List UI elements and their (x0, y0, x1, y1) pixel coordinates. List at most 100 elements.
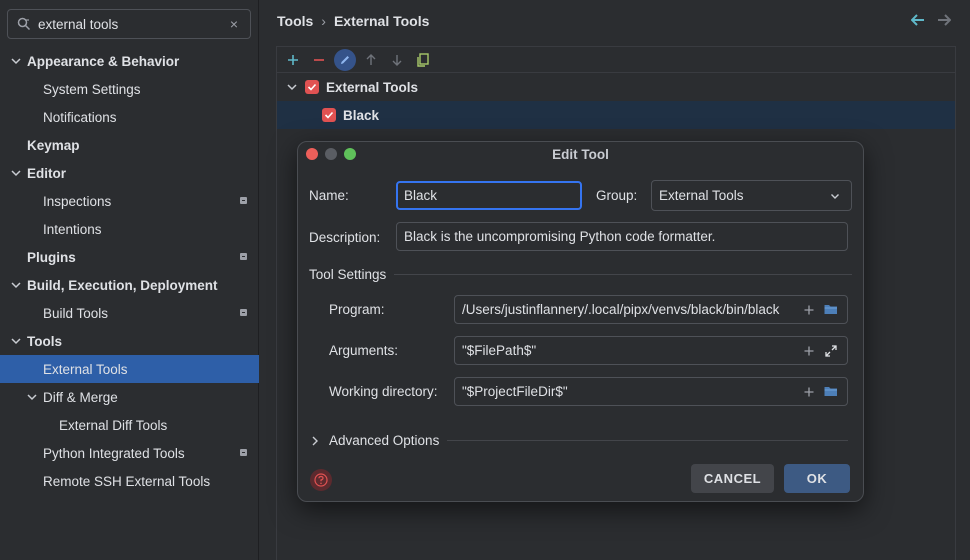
insert-macro-icon[interactable] (800, 383, 818, 401)
sidebar-item-label: Editor (27, 165, 66, 181)
sidebar-item-label: Python Integrated Tools (43, 445, 185, 461)
search-input[interactable] (32, 16, 226, 32)
breadcrumb-parent[interactable]: Tools (277, 13, 313, 29)
sidebar-item-plugins[interactable]: Plugins (0, 243, 259, 271)
advanced-options-label[interactable]: Advanced Options (329, 433, 439, 448)
tool-row-black[interactable]: Black (277, 101, 955, 129)
chevron-down-icon[interactable] (9, 278, 23, 292)
copy-icon[interactable] (412, 49, 434, 71)
description-field[interactable]: Black is the uncompromising Python code … (396, 222, 848, 251)
sidebar-item-appearance-behavior[interactable]: Appearance & Behavior (0, 47, 259, 75)
working-directory-value: "$ProjectFileDir$" (462, 384, 568, 399)
sidebar-item-label: Keymap (27, 137, 80, 153)
description-value: Black is the uncompromising Python code … (404, 229, 716, 244)
sidebar-item-label: Build Tools (43, 305, 109, 321)
breadcrumb: Tools › External Tools (277, 13, 429, 29)
group-label: Group: (596, 188, 638, 203)
sidebar-item-label: Build, Execution, Deployment (27, 277, 218, 293)
sidebar-item-inspections[interactable]: Inspections (0, 187, 259, 215)
working-directory-label: Working directory: (329, 384, 438, 399)
group-value: External Tools (659, 188, 744, 203)
group-checkbox[interactable] (305, 80, 319, 94)
search-icon (16, 16, 32, 32)
sidebar-item-label: Plugins (27, 249, 76, 265)
folder-icon[interactable] (822, 383, 840, 401)
chevron-down-icon[interactable] (9, 54, 23, 68)
minimize-window-button (325, 148, 337, 160)
settings-sidebar: × Appearance & Behavior System Settings No… (0, 0, 259, 560)
expand-icon[interactable] (822, 342, 840, 360)
folder-icon[interactable] (822, 301, 840, 319)
ok-button[interactable]: OK (784, 464, 850, 493)
arguments-field[interactable]: "$FilePath$" (454, 336, 848, 365)
sidebar-item-label: External Diff Tools (59, 417, 168, 433)
sidebar-item-tools[interactable]: Tools (0, 327, 259, 355)
edit-icon[interactable] (334, 48, 356, 71)
dialog-title-bar: Edit Tool (298, 142, 863, 167)
chevron-down-icon[interactable] (9, 166, 23, 180)
move-up-icon[interactable] (360, 49, 382, 71)
name-label: Name: (309, 188, 349, 203)
group-select[interactable]: External Tools (651, 180, 852, 211)
help-button[interactable] (310, 469, 332, 491)
dialog-title: Edit Tool (552, 147, 609, 162)
sidebar-item-external-diff-tools[interactable]: External Diff Tools (0, 411, 259, 439)
sidebar-item-label: Intentions (43, 221, 102, 237)
program-field[interactable]: /Users/justinflannery/.local/pipx/venvs/… (454, 295, 848, 324)
sidebar-item-system-settings[interactable]: System Settings (0, 75, 259, 103)
arguments-label: Arguments: (329, 343, 399, 358)
sidebar-item-keymap[interactable]: Keymap (0, 131, 259, 159)
edit-tool-dialog: Edit Tool Name: Black Group: External To… (297, 141, 864, 502)
search-box[interactable]: × (7, 9, 251, 39)
history-nav (910, 12, 952, 28)
insert-macro-icon[interactable] (800, 342, 818, 360)
back-arrow-icon[interactable] (910, 12, 926, 28)
sidebar-item-external-tools[interactable]: External Tools (0, 355, 259, 383)
sidebar-item-notifications[interactable]: Notifications (0, 103, 259, 131)
insert-macro-icon[interactable] (800, 301, 818, 319)
sidebar-item-editor[interactable]: Editor (0, 159, 259, 187)
advanced-options-toggle[interactable]: Advanced Options (311, 433, 848, 448)
project-scope-icon (240, 253, 247, 260)
working-directory-field[interactable]: "$ProjectFileDir$" (454, 377, 848, 406)
group-label: External Tools (326, 79, 419, 95)
arguments-value: "$FilePath$" (462, 343, 537, 358)
sidebar-item-label: Appearance & Behavior (27, 53, 180, 69)
zoom-window-button[interactable] (344, 148, 356, 160)
sidebar-item-label: Inspections (43, 193, 112, 209)
section-divider (394, 274, 852, 275)
sidebar-item-intentions[interactable]: Intentions (0, 215, 259, 243)
chevron-down-icon[interactable] (9, 334, 23, 348)
remove-icon[interactable] (308, 49, 330, 71)
program-label: Program: (329, 302, 385, 317)
section-divider (447, 440, 848, 441)
name-field[interactable]: Black (396, 181, 582, 210)
chevron-down-icon[interactable] (285, 82, 299, 92)
sidebar-item-remote-ssh-external-tools[interactable]: Remote SSH External Tools (0, 467, 259, 495)
breadcrumb-separator: › (321, 13, 326, 29)
add-icon[interactable] (282, 49, 304, 71)
tool-group-row[interactable]: External Tools (277, 73, 955, 101)
name-value: Black (404, 188, 438, 203)
sidebar-item-build-execution-deployment[interactable]: Build, Execution, Deployment (0, 271, 259, 299)
help-icon (314, 473, 328, 487)
chevron-down-icon (826, 187, 844, 205)
description-label: Description: (309, 230, 381, 245)
settings-tree: Appearance & Behavior System Settings Noti… (0, 47, 259, 495)
clear-search-icon[interactable]: × (226, 16, 242, 32)
sidebar-item-label: Tools (27, 333, 62, 349)
sidebar-item-python-integrated-tools[interactable]: Python Integrated Tools (0, 439, 259, 467)
cancel-button[interactable]: CANCEL (691, 464, 774, 493)
chevron-right-icon[interactable] (311, 436, 323, 446)
sidebar-item-build-tools[interactable]: Build Tools (0, 299, 259, 327)
tools-toolbar (277, 47, 955, 73)
project-scope-icon (240, 197, 247, 204)
close-window-button[interactable] (306, 148, 318, 160)
tool-checkbox[interactable] (322, 108, 336, 122)
program-value: /Users/justinflannery/.local/pipx/venvs/… (462, 302, 780, 317)
tool-settings-title: Tool Settings (309, 267, 387, 282)
sidebar-item-diff-merge[interactable]: Diff & Merge (0, 383, 259, 411)
forward-arrow-icon[interactable] (936, 12, 952, 28)
move-down-icon[interactable] (386, 49, 408, 71)
chevron-down-icon[interactable] (25, 390, 39, 404)
